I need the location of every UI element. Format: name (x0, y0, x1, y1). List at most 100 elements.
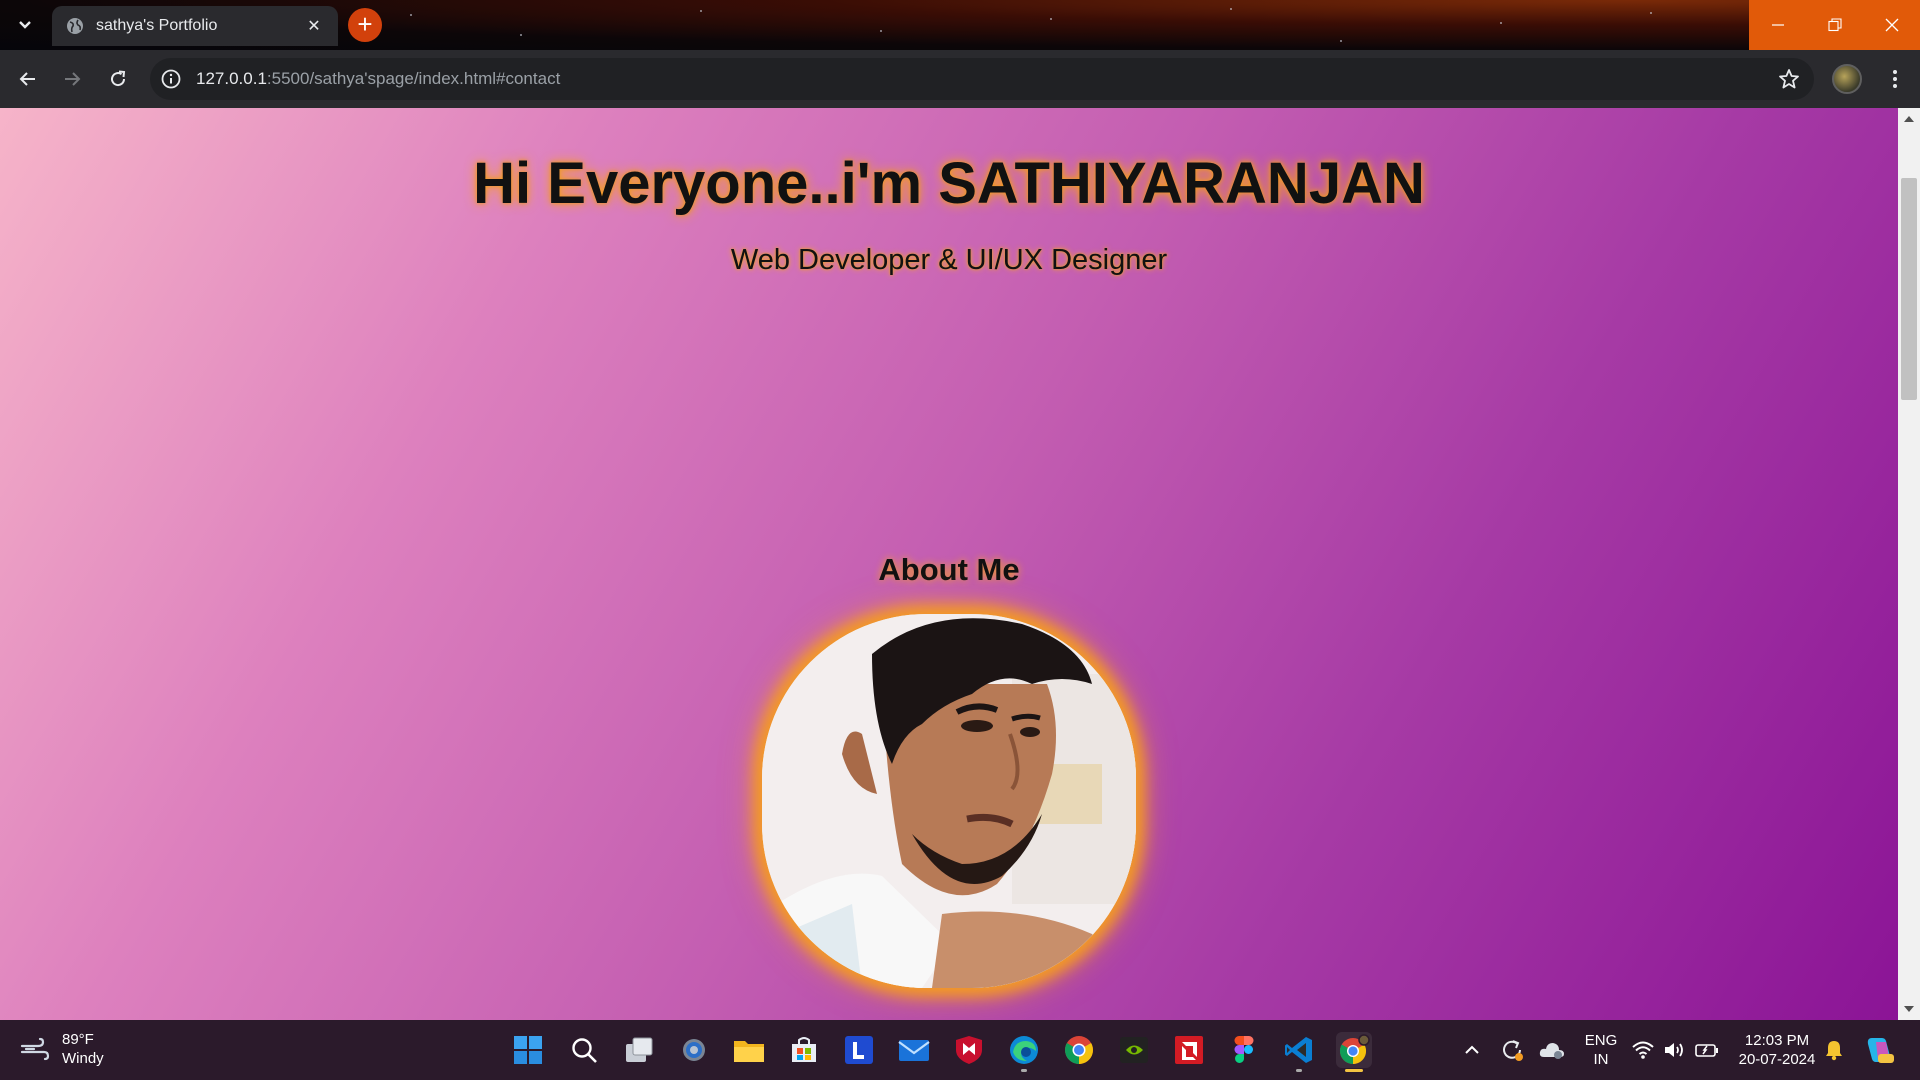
close-tab-icon[interactable]: ✕ (304, 16, 324, 36)
globe-icon (67, 18, 83, 34)
sync-tray-button[interactable] (1494, 1032, 1530, 1068)
weather-widget[interactable]: 89°F Windy (20, 1030, 104, 1068)
bg-star (1050, 18, 1052, 20)
amd-app[interactable] (1171, 1032, 1207, 1068)
l-app-icon (845, 1036, 873, 1064)
file-explorer-icon (734, 1041, 764, 1062)
vscode-app[interactable] (1281, 1032, 1317, 1072)
sync-icon (1503, 1040, 1523, 1061)
weather-desc: Windy (62, 1050, 104, 1067)
task-view-icon (626, 1037, 653, 1062)
weather-temp: 89°F (62, 1031, 94, 1048)
l-app[interactable] (841, 1032, 877, 1068)
tab-title: sathya's Portfolio (96, 17, 218, 34)
vscode-icon (1285, 1037, 1312, 1063)
amd-icon (1175, 1036, 1203, 1064)
copilot-icon (1867, 1038, 1894, 1063)
wifi-icon (1632, 1041, 1654, 1059)
scroll-down-arrow-icon[interactable] (1904, 1006, 1914, 1012)
bg-star (1500, 22, 1502, 24)
mcafee-icon (956, 1036, 982, 1064)
bg-star (1650, 12, 1652, 14)
windows-taskbar: 89°F Windy ENG IN 12:03 PM 20-07-2024 (0, 1020, 1920, 1080)
nvidia-icon (1120, 1037, 1148, 1063)
clock-date: 20-07-2024 (1738, 1051, 1816, 1068)
chrome-app[interactable] (1061, 1032, 1097, 1068)
figma-icon (1234, 1036, 1254, 1063)
battery-icon (1695, 1044, 1718, 1057)
edge-app[interactable] (1006, 1032, 1042, 1072)
profile-photo (762, 614, 1136, 988)
back-arrow-icon (19, 72, 35, 86)
clock-time: 12:03 PM (1744, 1032, 1810, 1049)
chrome-profile-app[interactable] (1336, 1032, 1372, 1072)
edge-icon (1010, 1036, 1038, 1064)
browser-tab[interactable]: sathya's Portfolio ✕ (52, 6, 338, 46)
onedrive-tray-button[interactable] (1534, 1032, 1570, 1068)
site-info-icon[interactable] (160, 68, 182, 90)
bg-star (700, 10, 702, 12)
bg-star (1230, 8, 1232, 10)
close-icon (1885, 18, 1898, 32)
reload-button[interactable] (103, 64, 133, 94)
bookmark-star-icon[interactable] (1778, 68, 1800, 90)
address-bar[interactable]: 127.0.0.1:5500/sathya'spage/index.html#c… (150, 58, 1814, 100)
forward-arrow-icon (65, 72, 81, 86)
scroll-up-arrow-icon[interactable] (1904, 116, 1914, 122)
url-host: 127.0.0.1 (196, 69, 267, 88)
bg-star (520, 34, 522, 36)
network-tray-button[interactable] (1628, 1032, 1658, 1068)
chrome-profile-icon (1339, 1034, 1370, 1065)
store-app[interactable] (786, 1032, 822, 1068)
page-scrollbar[interactable] (1898, 108, 1920, 1020)
settings-app[interactable] (676, 1032, 712, 1068)
portrait-image (762, 614, 1136, 988)
show-hidden-icons-button[interactable] (1454, 1032, 1490, 1068)
clock[interactable]: 12:03 PM 20-07-2024 (1736, 1031, 1818, 1069)
taskbar-search-button[interactable] (566, 1032, 602, 1068)
forward-button[interactable] (57, 64, 87, 94)
chevron-up-icon (1465, 1045, 1479, 1054)
nvidia-app[interactable] (1116, 1032, 1152, 1068)
start-button[interactable] (510, 1032, 546, 1068)
page-viewport: Hi Everyone..i'm SATHIYARANJAN Web Devel… (0, 108, 1898, 1020)
copilot-button[interactable] (1862, 1032, 1898, 1068)
url-path: :5500/sathya'spage/index.html#contact (266, 69, 561, 88)
language-code: ENG (1584, 1032, 1618, 1049)
minimize-button[interactable] (1749, 0, 1806, 50)
scroll-thumb[interactable] (1901, 178, 1917, 400)
mail-app[interactable] (896, 1032, 932, 1068)
mail-icon (898, 1040, 930, 1061)
back-button[interactable] (13, 64, 43, 94)
volume-tray-button[interactable] (1660, 1032, 1690, 1068)
tab-search-button[interactable] (12, 12, 38, 38)
minimize-icon (1771, 24, 1784, 26)
close-window-button[interactable] (1863, 0, 1920, 50)
settings-icon (683, 1039, 705, 1061)
running-indicator (1296, 1069, 1302, 1072)
file-explorer-app[interactable] (731, 1032, 767, 1068)
mcafee-app[interactable] (951, 1032, 987, 1068)
battery-tray-button[interactable] (1692, 1032, 1722, 1068)
language-indicator[interactable]: ENG IN (1580, 1031, 1622, 1069)
volume-icon (1665, 1043, 1683, 1057)
cloud-icon (1539, 1043, 1564, 1059)
wind-icon (20, 1037, 50, 1061)
browser-menu-button[interactable] (1880, 64, 1910, 94)
chevron-down-icon (19, 21, 31, 29)
browser-titlebar: sathya's Portfolio ✕ + (0, 0, 1920, 50)
profile-avatar[interactable] (1832, 64, 1862, 94)
hero-title: Hi Everyone..i'm SATHIYARANJAN (473, 151, 1425, 216)
restore-button[interactable] (1806, 0, 1863, 50)
task-view-button[interactable] (621, 1032, 657, 1068)
figma-app[interactable] (1226, 1032, 1262, 1068)
url-text[interactable]: 127.0.0.1:5500/sathya'spage/index.html#c… (196, 69, 560, 89)
new-tab-button[interactable]: + (348, 8, 382, 42)
search-icon (572, 1038, 597, 1063)
about-heading: About Me (878, 552, 1020, 587)
bg-star (1340, 40, 1342, 42)
chrome-icon (1065, 1036, 1093, 1064)
store-icon (792, 1037, 816, 1062)
bg-star (880, 30, 882, 32)
notifications-button[interactable] (1818, 1032, 1850, 1068)
